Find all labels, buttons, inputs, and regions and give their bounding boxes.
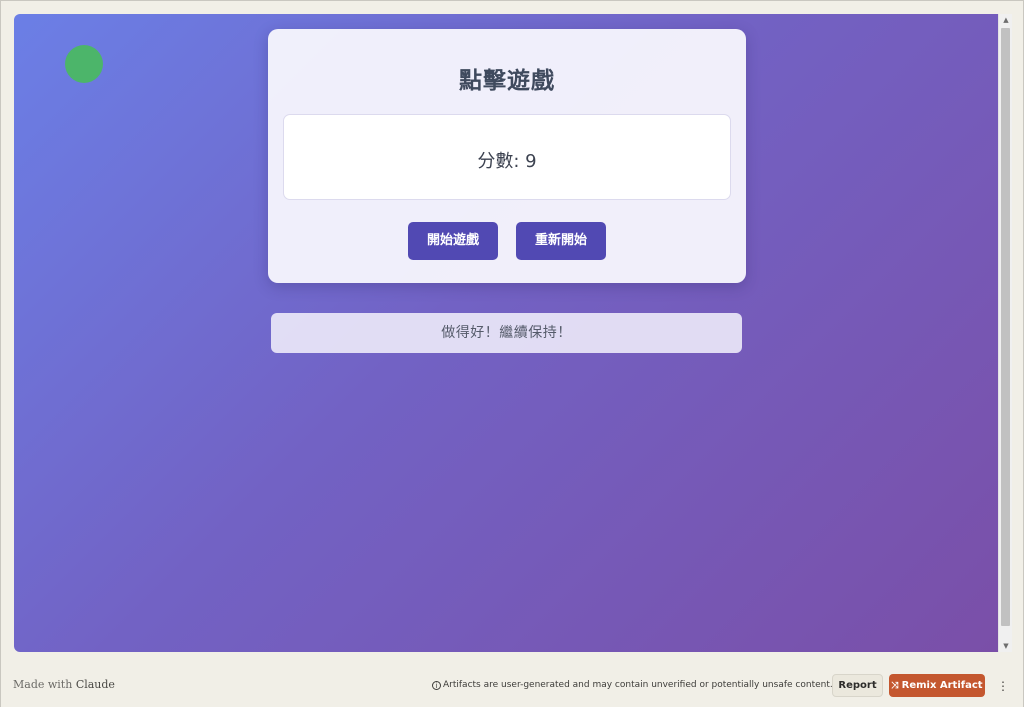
restart-button[interactable]: 重新開始 [516,222,606,260]
remix-artifact-button[interactable]: ⤨ Remix Artifact [889,674,985,697]
report-button[interactable]: Report [832,674,883,697]
score-display: 分數: 9 [284,147,730,173]
shuffle-icon: ⤨ [891,681,899,691]
made-with-brand: Claude [75,678,115,691]
start-game-button[interactable]: 開始遊戲 [408,222,498,260]
scroll-up-icon[interactable]: ▲ [999,14,1013,26]
feedback-message: 做得好！繼續保持！ [271,313,742,353]
made-with-claude: Made with Claude [13,678,115,691]
more-options-icon[interactable]: ⋮ [996,675,1010,697]
click-target-circle[interactable] [65,45,103,83]
artifact-frame: 點擊遊戲 分數: 9 開始遊戲 重新開始 做得好！繼續保持！ [14,14,998,652]
safety-notice: i Artifacts are user-generated and may co… [432,680,833,690]
game-title: 點擊遊戲 [459,68,555,94]
scroll-down-icon[interactable]: ▼ [999,640,1013,652]
made-with-prefix: Made with [13,678,73,691]
info-icon: i [432,681,441,690]
safety-notice-text: Artifacts are user-generated and may con… [443,680,833,690]
score-value: 9 [525,151,537,172]
score-label: 分數: [477,151,520,172]
scrollbar-thumb[interactable] [1001,28,1010,626]
remix-artifact-label: Remix Artifact [901,680,983,691]
footer: Made with Claude i Artifacts are user-gen… [1,664,1023,707]
game-card: 點擊遊戲 分數: 9 開始遊戲 重新開始 [268,29,746,283]
score-box: 分數: 9 [283,114,731,200]
scrollbar[interactable]: ▲ ▼ [998,14,1012,652]
